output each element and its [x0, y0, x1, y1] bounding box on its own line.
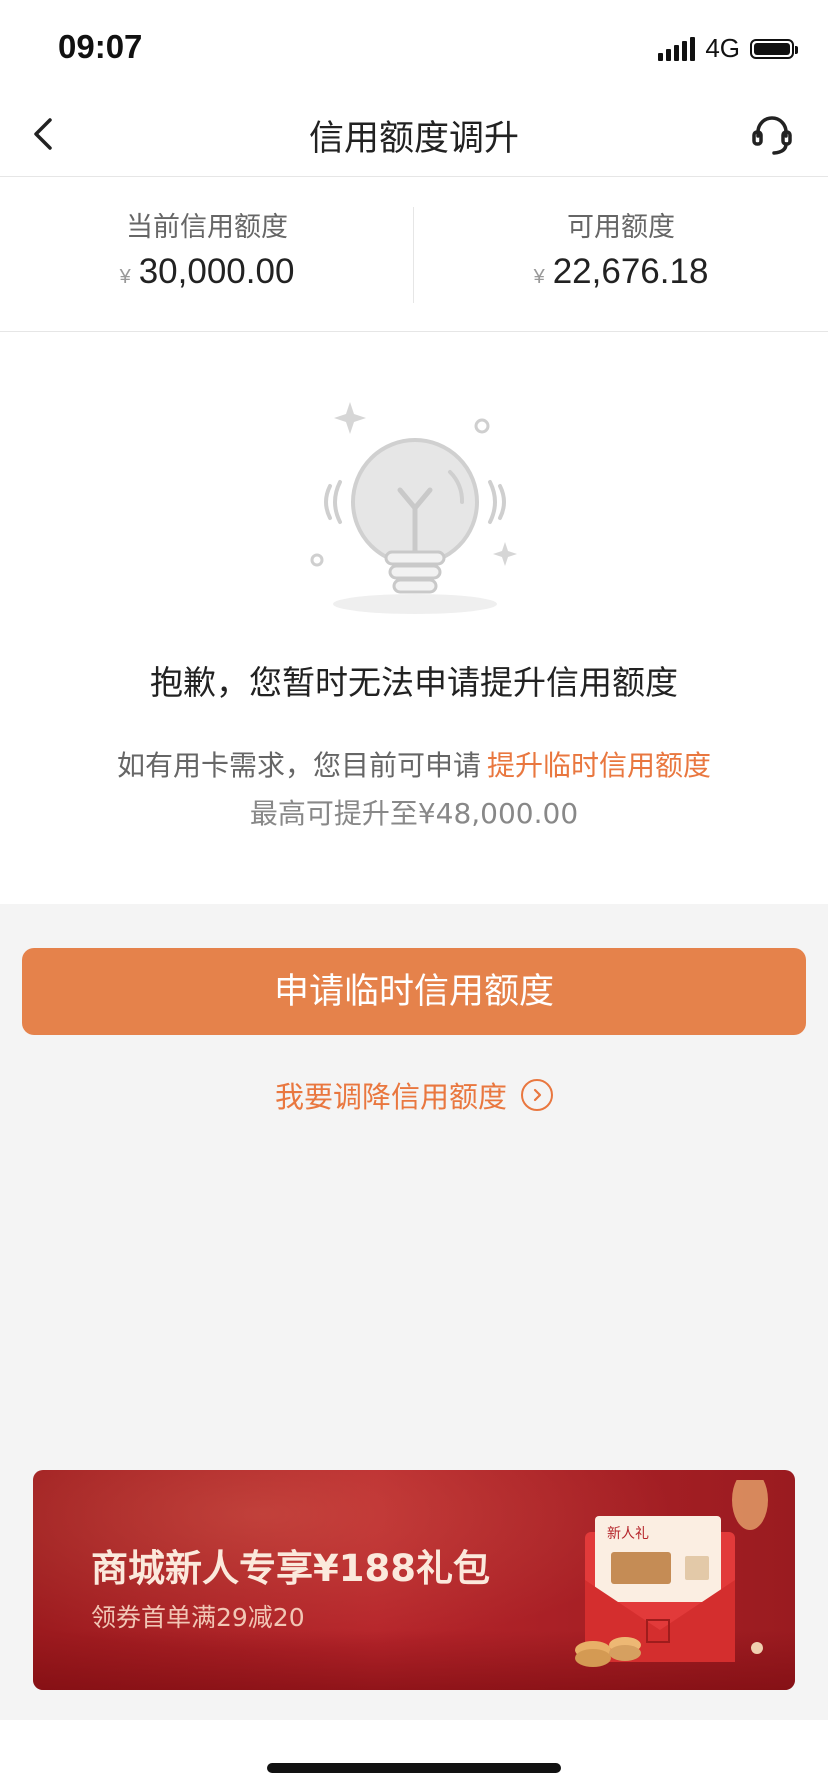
available-limit: 可用额度 ¥22,676.18	[414, 205, 828, 292]
current-limit-value: ¥30,000.00	[0, 252, 414, 292]
circle-chevron-right-icon	[521, 1079, 553, 1111]
current-limit-amount: 30,000.00	[138, 252, 295, 291]
status-icons: 4G	[658, 33, 798, 64]
available-limit-amount: 22,676.18	[552, 252, 709, 291]
customer-service-button[interactable]	[744, 106, 800, 162]
currency-symbol: ¥	[533, 266, 545, 288]
available-limit-value: ¥22,676.18	[414, 252, 828, 292]
lightbulb-icon	[310, 402, 517, 614]
banner-subtitle: 领券首单满29减20	[91, 1603, 305, 1632]
gift-envelope-icon: 新人礼	[575, 1480, 768, 1667]
home-indicator[interactable]	[267, 1763, 561, 1773]
credit-limits-summary: 当前信用额度 ¥30,000.00 可用额度 ¥22,676.18	[0, 177, 828, 332]
current-limit: 当前信用额度 ¥30,000.00	[0, 205, 414, 292]
notice-card: 抱歉，您暂时无法申请提升信用额度 如有用卡需求，您目前可申请 提升临时信用额度 最…	[0, 332, 828, 904]
battery-icon	[750, 38, 798, 59]
headset-icon	[752, 116, 792, 155]
gift-label: 新人礼	[607, 1526, 649, 1542]
network-label: 4G	[705, 33, 740, 63]
banner-title: 商城新人专享¥188礼包	[91, 1547, 490, 1590]
status-bar: 09:07 4G	[0, 0, 828, 90]
page-title: 信用额度调升	[308, 119, 519, 159]
signal-icon	[658, 36, 696, 61]
apply-temporary-limit-button[interactable]: 申请临时信用额度	[22, 948, 806, 1035]
temporary-limit-link[interactable]: 提升临时信用额度	[487, 749, 711, 782]
current-limit-label: 当前信用额度	[126, 212, 288, 243]
bottom-area	[0, 1720, 828, 1792]
currency-symbol: ¥	[119, 266, 131, 288]
promo-banner[interactable]: 商城新人专享¥188礼包 领券首单满29减20 新人礼	[33, 1470, 795, 1690]
notice-title: 抱歉，您暂时无法申请提升信用额度	[150, 663, 678, 702]
notice-description-text: 如有用卡需求，您目前可申请	[116, 749, 481, 782]
decrease-limit-link[interactable]: 我要调降信用额度	[0, 1074, 828, 1116]
max-limit-text: 最高可提升至¥48,000.00	[249, 797, 579, 830]
available-limit-label: 可用额度	[567, 212, 675, 243]
decrease-limit-label: 我要调降信用额度	[274, 1080, 507, 1114]
nav-bar: 信用额度调升	[0, 90, 828, 177]
notice-description: 如有用卡需求，您目前可申请 提升临时信用额度	[0, 744, 828, 784]
status-time: 09:07	[58, 28, 143, 65]
